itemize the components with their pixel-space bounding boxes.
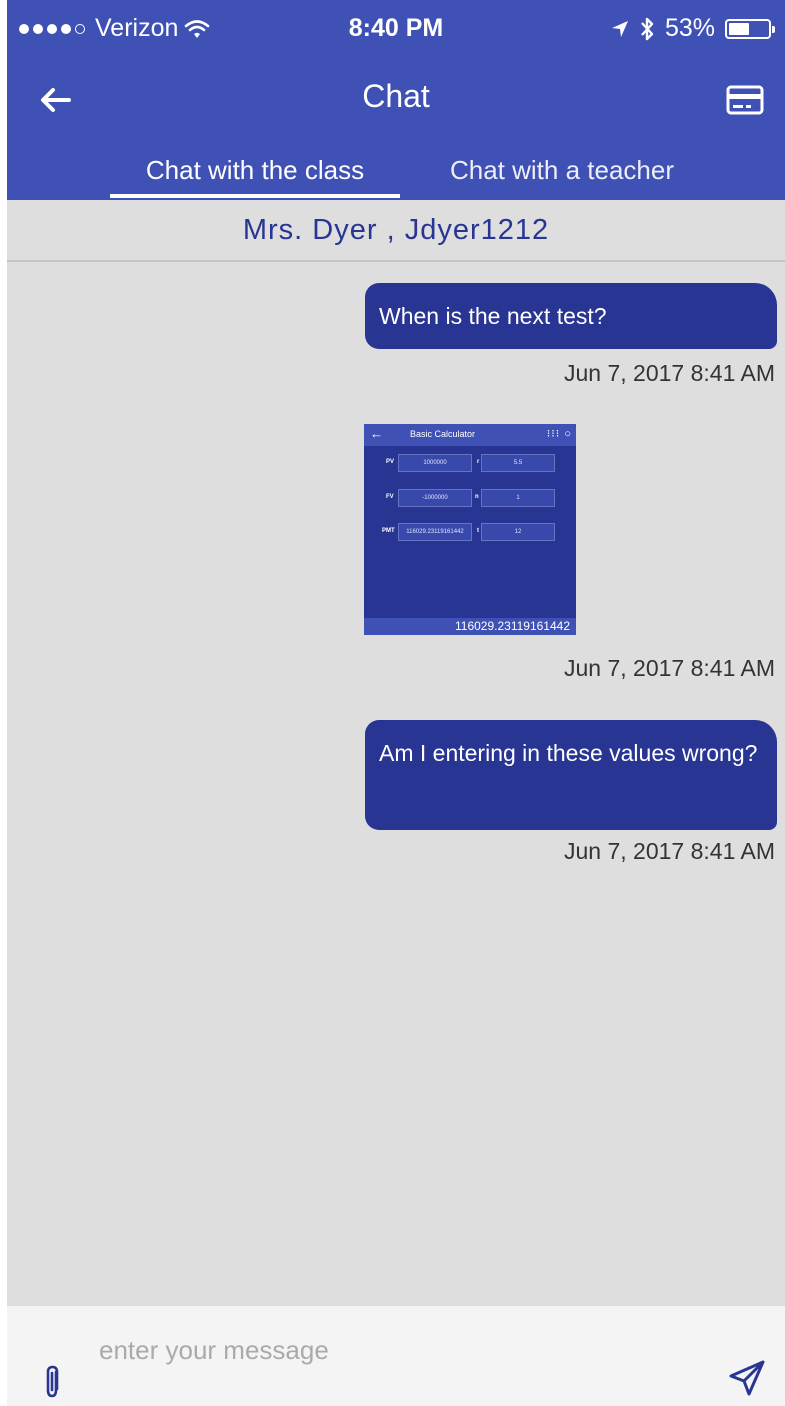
tab-indicator: [110, 194, 400, 198]
message-text: When is the next test?: [379, 303, 607, 329]
calc-field: 5.5: [481, 454, 555, 472]
send-icon[interactable]: [727, 1358, 767, 1398]
payment-button[interactable]: [723, 80, 767, 120]
bluetooth-icon: [641, 17, 654, 40]
status-bar: Verizon 8:40 PM 53%: [7, 0, 785, 60]
message-text: Am I entering in these values wrong?: [379, 740, 758, 766]
calc-label: n: [475, 494, 479, 500]
tab-chat-teacher[interactable]: Chat with a teacher: [407, 140, 717, 200]
location-arrow-icon: [611, 20, 628, 37]
app-bar: Chat: [7, 60, 785, 140]
calc-back-icon: ←: [370, 426, 383, 441]
message-timestamp: Jun 7, 2017 8:41 AM: [564, 360, 775, 386]
calc-label: r: [477, 459, 480, 465]
calc-row: FV -1000000 n 1: [364, 489, 576, 507]
message-bubble[interactable]: When is the next test?: [365, 283, 777, 349]
calc-field: 12: [481, 523, 555, 541]
calc-field: 1000000: [398, 454, 472, 472]
calc-field: -1000000: [398, 489, 472, 507]
battery-icon: [725, 18, 775, 39]
calc-label: FV: [386, 494, 394, 500]
app-header: Verizon 8:40 PM 53% Chat Chat with the c…: [7, 0, 785, 200]
message-timestamp: Jun 7, 2017 8:41 AM: [564, 655, 775, 681]
tab-chat-class[interactable]: Chat with the class: [110, 140, 400, 200]
image-attachment[interactable]: ← Basic Calculator ⁝⁝⁝ ○ PV 1000000 r 5.…: [364, 424, 576, 635]
message-input[interactable]: [99, 1330, 659, 1370]
page-title: Chat: [362, 78, 430, 114]
calc-field: 116029.23119161442: [398, 523, 472, 541]
battery-percent: 53%: [664, 14, 715, 42]
chat-area[interactable]: Mrs. Dyer , Jdyer1212 When is the next t…: [7, 200, 785, 1306]
paperclip-icon[interactable]: [41, 1364, 65, 1400]
status-right: 53%: [611, 14, 775, 43]
calc-result: 116029.23119161442: [364, 618, 576, 635]
calc-title: Basic Calculator: [410, 429, 476, 439]
phone-screen: Verizon 8:40 PM 53% Chat Chat with the c…: [7, 0, 785, 1406]
message-timestamp: Jun 7, 2017 8:41 AM: [564, 838, 775, 864]
contact-name: Mrs. Dyer , Jdyer1212: [7, 200, 785, 262]
calc-field: 1: [481, 489, 555, 507]
calc-label: t: [477, 528, 479, 534]
message-composer: [7, 1306, 785, 1406]
calc-label: PMT: [382, 528, 395, 534]
battery-level: [729, 22, 749, 35]
calc-row: PMT 116029.23119161442 t 12: [364, 523, 576, 541]
calc-menu-icon: ⁝⁝⁝ ○: [546, 428, 572, 440]
calc-app-bar: ← Basic Calculator ⁝⁝⁝ ○: [364, 424, 576, 446]
calc-label: PV: [386, 459, 395, 465]
calc-row: PV 1000000 r 5.5: [364, 454, 576, 472]
message-bubble[interactable]: Am I entering in these values wrong?: [365, 720, 777, 830]
tab-bar: Chat with the class Chat with a teacher: [7, 140, 785, 200]
credit-card-icon: [726, 85, 764, 115]
